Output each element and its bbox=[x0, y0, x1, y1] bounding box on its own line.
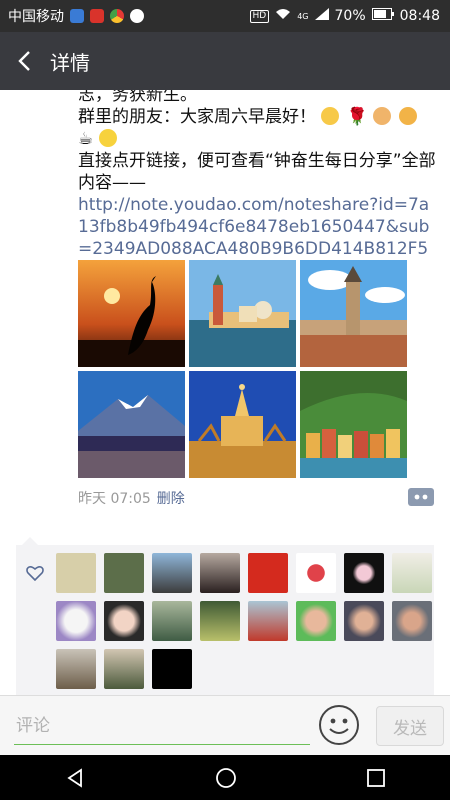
nav-bar: 详情 bbox=[0, 32, 450, 90]
photo-venice[interactable] bbox=[189, 260, 296, 367]
battery-percent: 70% bbox=[334, 8, 366, 24]
shared-note-link[interactable]: http://note.youdao.com/noteshare?id=7a13… bbox=[78, 195, 429, 259]
liker-avatar[interactable] bbox=[104, 553, 144, 593]
nav-home-icon[interactable] bbox=[215, 767, 237, 789]
photo-palace-night[interactable] bbox=[189, 371, 296, 478]
post-greeting: 群里的朋友：大家周六早晨好！ bbox=[78, 107, 316, 127]
page-title: 详情 bbox=[50, 50, 90, 75]
mail-notification-icon bbox=[90, 9, 104, 23]
more-dots-icon bbox=[414, 494, 428, 500]
liker-avatar[interactable] bbox=[152, 601, 192, 641]
smile-emoji-icon bbox=[321, 107, 340, 125]
photo-galata-tower[interactable] bbox=[300, 260, 407, 367]
system-nav-bar bbox=[0, 755, 450, 800]
smiling-face-emoji-icon bbox=[98, 129, 117, 147]
liker-avatar[interactable] bbox=[200, 601, 240, 641]
ok-hand-emoji-icon bbox=[398, 107, 417, 125]
liker-avatar[interactable] bbox=[56, 601, 96, 641]
liker-avatar[interactable] bbox=[248, 601, 288, 641]
post-line-1: 志，务获新生。 bbox=[78, 90, 197, 105]
post-time: 昨天 07:05 bbox=[78, 491, 151, 507]
liker-avatar[interactable] bbox=[392, 601, 432, 641]
handshake-emoji-icon bbox=[373, 107, 392, 125]
liker-avatar[interactable] bbox=[344, 601, 384, 641]
photo-mountain-city[interactable] bbox=[78, 371, 185, 478]
wifi-icon bbox=[275, 8, 291, 24]
photo-sunset-heron[interactable] bbox=[78, 260, 185, 367]
delete-link[interactable]: 删除 bbox=[157, 488, 185, 508]
comment-input[interactable] bbox=[14, 710, 314, 742]
liker-avatar[interactable] bbox=[200, 553, 240, 593]
back-button[interactable] bbox=[0, 32, 48, 90]
liker-avatar[interactable] bbox=[152, 553, 192, 593]
smiley-icon bbox=[319, 705, 359, 745]
battery-icon bbox=[371, 8, 394, 24]
heart-icon bbox=[26, 566, 44, 581]
post-text: 志，务获新生。 群里的朋友：大家周六早晨好！ 🌹 ☕ 直接点开链接，便可查看“钟… bbox=[78, 90, 438, 260]
post-line-4: 直接点开链接，便可查看“钟奋生每日分享”全部内容—— bbox=[78, 151, 436, 193]
liker-avatar[interactable] bbox=[296, 601, 336, 641]
liker-avatar[interactable] bbox=[152, 649, 192, 689]
comment-input-wrapper bbox=[14, 710, 314, 745]
comment-menu-button[interactable] bbox=[408, 488, 434, 506]
signal-icon bbox=[314, 8, 329, 24]
send-button[interactable]: 发送 bbox=[376, 706, 444, 746]
liker-avatar[interactable] bbox=[56, 649, 96, 689]
app-notification-icon bbox=[70, 9, 84, 23]
status-bar: 中国移动 HD 4G 70% 08:48 bbox=[0, 0, 450, 32]
liker-avatar[interactable] bbox=[104, 649, 144, 689]
post-meta: 昨天 07:05 删除 bbox=[78, 488, 185, 508]
liker-avatar[interactable] bbox=[296, 553, 336, 593]
rose-emoji-icon: 🌹 bbox=[346, 107, 368, 127]
comment-bar: 发送 bbox=[0, 695, 450, 756]
likes-panel bbox=[16, 537, 434, 695]
carrier-label: 中国移动 bbox=[8, 9, 64, 25]
back-arrow-icon bbox=[18, 51, 30, 71]
liker-avatar[interactable] bbox=[248, 553, 288, 593]
post-line-3: ☕ bbox=[78, 128, 438, 150]
photo-colorful-harbor[interactable] bbox=[300, 371, 407, 478]
liker-avatar[interactable] bbox=[344, 553, 384, 593]
coffee-emoji-icon: ☕ bbox=[78, 129, 94, 149]
liker-avatar[interactable] bbox=[56, 553, 96, 593]
liker-avatar[interactable] bbox=[392, 553, 432, 593]
chrome-icon bbox=[110, 9, 124, 23]
moment-detail: 志，务获新生。 群里的朋友：大家周六早晨好！ 🌹 ☕ 直接点开链接，便可查看“钟… bbox=[0, 90, 450, 695]
hd-badge: HD bbox=[249, 9, 270, 23]
browser-icon bbox=[130, 9, 144, 23]
nav-back-icon[interactable] bbox=[65, 767, 85, 788]
nav-recents-icon[interactable] bbox=[367, 768, 385, 787]
liker-avatar[interactable] bbox=[104, 601, 144, 641]
post-line-2: 群里的朋友：大家周六早晨好！ 🌹 bbox=[78, 106, 438, 128]
network-label: 4G bbox=[297, 11, 309, 21]
emoji-button[interactable] bbox=[318, 704, 360, 746]
clock: 08:48 bbox=[399, 8, 440, 24]
